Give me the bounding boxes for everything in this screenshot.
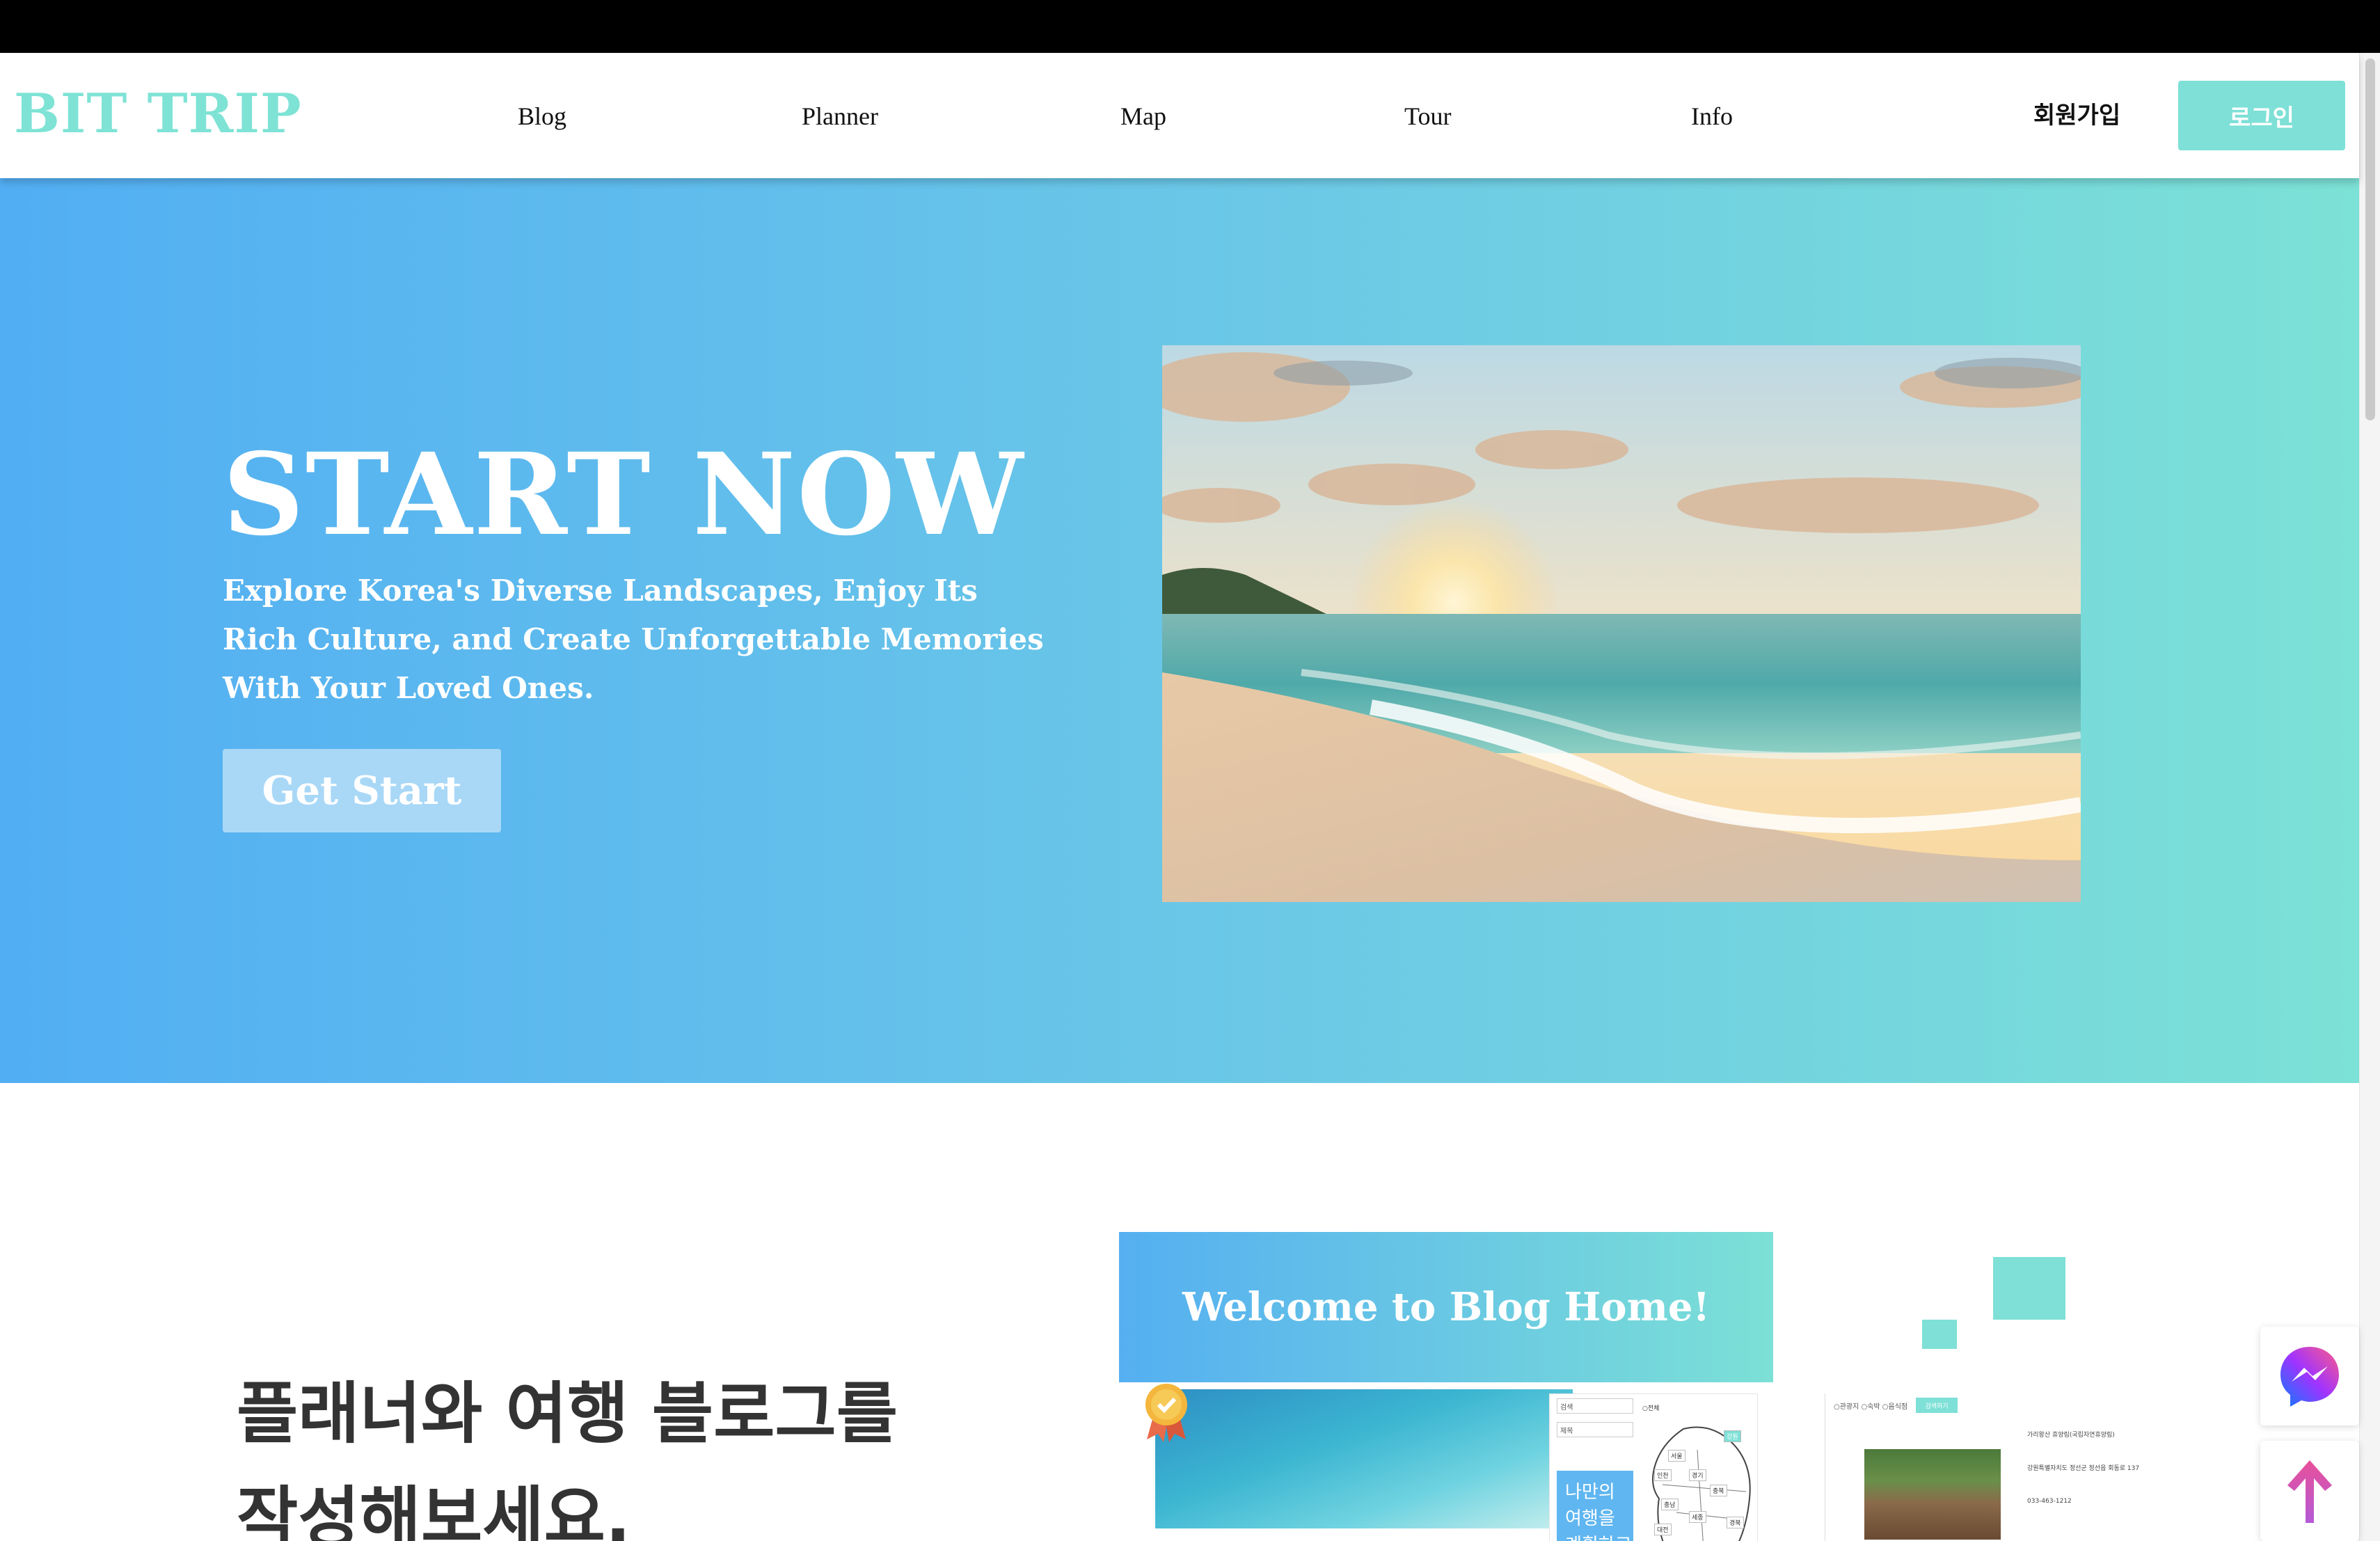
mini-radio-label: ○전체: [1642, 1405, 1660, 1412]
planner-preview-panel: 검색 제목 ○전체 나만의 여행을 계획하고 작성해보세요 서울 인천 경기 강…: [1549, 1393, 1758, 1541]
tour-info-address: 강원특별자치도 정선군 정선읍 회동로 137: [2027, 1465, 2140, 1472]
mini-select-field: 제목: [1557, 1422, 1633, 1437]
blog-home-banner: Welcome to Blog Home!: [1119, 1232, 1773, 1382]
get-start-button[interactable]: Get Start: [223, 749, 501, 832]
beach-illustration: [1162, 345, 2081, 902]
section-title-line2: 작성해보세요.: [237, 1479, 631, 1541]
map-tag: 대전: [1654, 1524, 1672, 1535]
section-title-line1: 플래너와 여행 블로그를: [237, 1375, 898, 1453]
hero-section: START NOW Explore Korea's Diverse Landsc…: [0, 178, 2359, 1083]
messenger-icon: [2280, 1347, 2339, 1407]
tour-preview-panel: ○관광지 ○숙박 ○음식점 검색하기 가리왕산 휴양림(국립자연휴양림) 강원특…: [1825, 1393, 2200, 1541]
nav-link-info[interactable]: Info: [1691, 102, 1733, 131]
map-tag: 경기: [1689, 1469, 1706, 1481]
hero-description: Explore Korea's Diverse Landscapes, Enjo…: [223, 574, 1044, 705]
scroll-top-button[interactable]: [2260, 1441, 2359, 1541]
login-button[interactable]: 로그인: [2178, 81, 2345, 150]
mini-planner-card: 나만의 여행을 계획하고 작성해보세요: [1557, 1471, 1633, 1541]
map-tag: 충북: [1710, 1485, 1727, 1496]
map-tag: 인천: [1654, 1469, 1672, 1481]
map-tag: 경북: [1727, 1517, 1744, 1528]
mini-filter-options: ○관광지 ○숙박 ○음식점: [1834, 1403, 1908, 1411]
mini-search-chip: 검색하기: [1916, 1398, 1958, 1413]
navbar: BIT TRIP Blog Planner Map Tour Info 회원가입…: [0, 53, 2359, 178]
logo[interactable]: BIT TRIP: [14, 82, 302, 145]
signup-link[interactable]: 회원가입: [2033, 96, 2120, 130]
map-tag: 세종: [1689, 1511, 1706, 1523]
tour-info-name: 가리왕산 휴양림(국립자연휴양림): [2027, 1432, 2115, 1439]
map-tag: 서울: [1668, 1450, 1685, 1462]
section-title: 플래너와 여행 블로그를 작성해보세요.: [237, 1361, 898, 1541]
tour-thumbnail: [1864, 1449, 2001, 1540]
messenger-button[interactable]: [2260, 1327, 2359, 1425]
nav-link-map[interactable]: Map: [1120, 102, 1166, 131]
preview-collage: Welcome to Blog Home! 검색 제목 ○전체 나만의 여행을 …: [1119, 1232, 2380, 1541]
decor-square-small: [1922, 1320, 1957, 1349]
browser-top-bar: [0, 0, 2380, 53]
beach-image: [1162, 345, 2081, 902]
arrow-up-icon: [2287, 1460, 2332, 1523]
scrollbar-thumb[interactable]: [2365, 58, 2375, 420]
ocean-card-image: [1155, 1389, 1573, 1528]
tour-info-phone: 033-463-1212: [2027, 1498, 2072, 1505]
nav-link-tour[interactable]: Tour: [1404, 102, 1451, 131]
hero-title: START NOW: [223, 429, 1025, 561]
nav-link-planner[interactable]: Planner: [802, 102, 878, 131]
mini-search-field: 검색: [1557, 1398, 1633, 1414]
decor-square-large: [1993, 1257, 2065, 1320]
map-tag: 강원: [1724, 1430, 1741, 1442]
nav-link-blog[interactable]: Blog: [518, 102, 566, 131]
map-tag: 충남: [1661, 1499, 1679, 1510]
medal-icon: [1145, 1384, 1187, 1442]
